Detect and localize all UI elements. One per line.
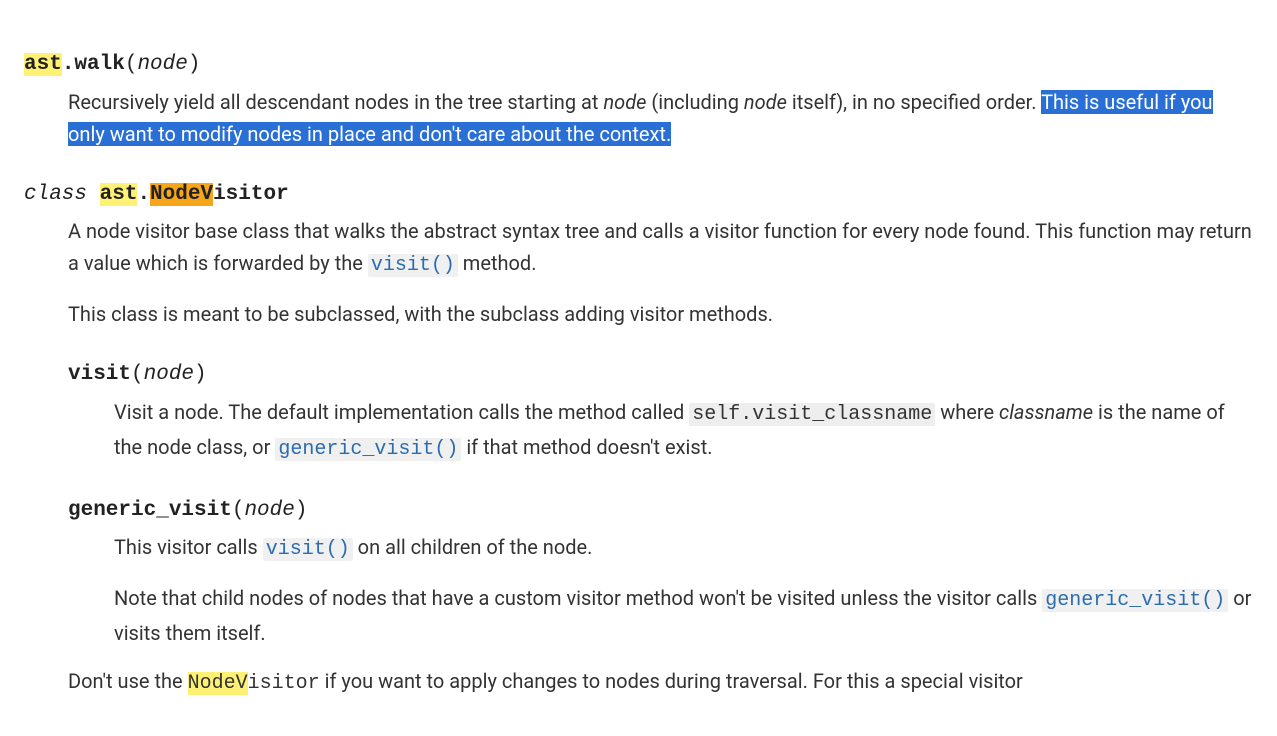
- text-run: (including: [646, 90, 743, 114]
- class-signature-nodevisitor: class ast.NodeVisitor: [24, 178, 1253, 212]
- dot: .: [62, 53, 75, 76]
- open-paren: (: [131, 363, 144, 386]
- nodevisitor-p2: This class is meant to be subclassed, wi…: [68, 298, 1253, 330]
- text-run: if that method doesn't exist.: [461, 435, 712, 459]
- param-name: node: [137, 53, 187, 76]
- nodevisitor-footer-note: Don't use the NodeVisitor if you want to…: [68, 665, 1253, 700]
- module-name: ast: [100, 183, 138, 206]
- param-name: node: [144, 363, 194, 386]
- visit-link[interactable]: visit(): [263, 538, 353, 561]
- open-paren: (: [125, 53, 138, 76]
- walk-description: Recursively yield all descendant nodes i…: [68, 86, 1253, 150]
- nodevisitor-p1: A node visitor base class that walks the…: [68, 215, 1253, 282]
- nodevisitor-description: A node visitor base class that walks the…: [68, 215, 1253, 330]
- text-run: This visitor calls: [114, 535, 263, 559]
- param-ref: node: [744, 90, 787, 114]
- generic-visit-link[interactable]: generic_visit(): [275, 438, 461, 461]
- param-ref: node: [603, 90, 646, 114]
- visit-link[interactable]: visit(): [368, 254, 458, 277]
- text-run: on all children of the node.: [353, 535, 593, 559]
- code-literal: self.visit_classname: [689, 403, 935, 426]
- text-run: Visit a node. The default implementation…: [114, 400, 689, 424]
- dot: .: [137, 183, 150, 206]
- generic-visit-description: This visitor calls visit() on all childr…: [114, 531, 1253, 649]
- emphasis: classname: [999, 400, 1093, 424]
- text-run: itself), in no specified order.: [787, 90, 1041, 114]
- module-name: ast: [24, 53, 62, 76]
- class-keyword: class: [24, 183, 100, 206]
- generic-visit-p1: This visitor calls visit() on all childr…: [114, 531, 1253, 566]
- text-run: A node visitor base class that walks the…: [68, 219, 1252, 275]
- text-run: where: [935, 400, 999, 424]
- close-paren: ): [295, 499, 308, 522]
- footer-text: Don't use the NodeVisitor if you want to…: [68, 665, 1253, 700]
- visit-description: Visit a node. The default implementation…: [114, 396, 1253, 466]
- class-name-highlight: NodeV: [150, 183, 213, 206]
- generic-visit-link[interactable]: generic_visit(): [1042, 589, 1228, 612]
- method-name: generic_visit: [68, 499, 232, 522]
- text-run: Recursively yield all descendant nodes i…: [68, 90, 603, 114]
- text-run: Note that child nodes of nodes that have…: [114, 586, 1042, 610]
- function-signature-walk: ast.walk(node): [24, 48, 1253, 82]
- close-paren: ): [194, 363, 207, 386]
- close-paren: ): [188, 53, 201, 76]
- walk-description-text: Recursively yield all descendant nodes i…: [68, 86, 1253, 150]
- function-name: walk: [74, 53, 124, 76]
- method-name: visit: [68, 363, 131, 386]
- open-paren: (: [232, 499, 245, 522]
- visit-description-text: Visit a node. The default implementation…: [114, 396, 1253, 466]
- method-signature-generic-visit: generic_visit(node): [68, 494, 1253, 528]
- generic-visit-p2: Note that child nodes of nodes that have…: [114, 582, 1253, 649]
- method-signature-visit: visit(node): [68, 358, 1253, 392]
- class-name-rest: isitor: [213, 183, 289, 206]
- param-name: node: [244, 499, 294, 522]
- text-run: if you want to apply changes to nodes du…: [320, 669, 1023, 693]
- text-run: method.: [458, 251, 537, 275]
- text-run: Don't use the: [68, 669, 188, 693]
